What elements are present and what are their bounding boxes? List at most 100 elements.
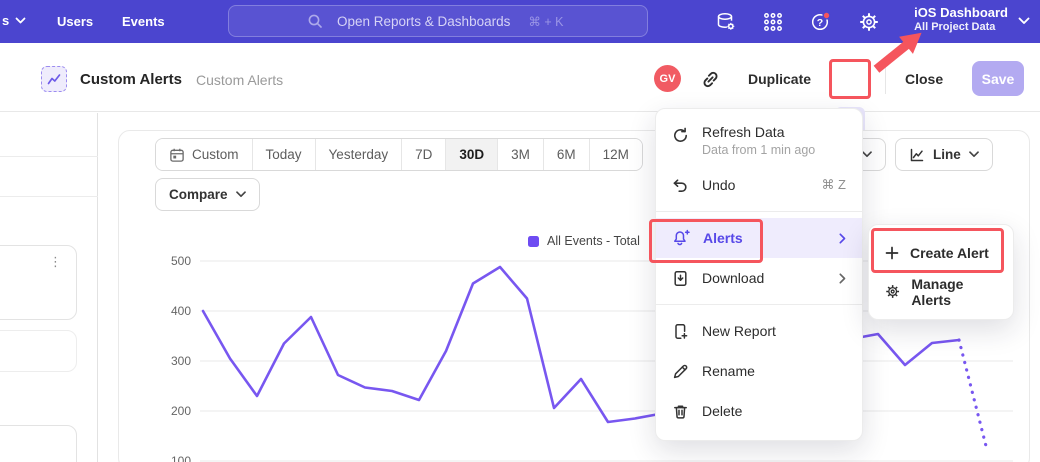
undo-shortcut: ⌘ Z	[821, 177, 846, 193]
kebab-menu-icon[interactable]: ⋮	[49, 258, 62, 266]
range-custom[interactable]: Custom	[156, 139, 253, 170]
svg-text:?: ?	[817, 17, 823, 29]
range-label: 3M	[511, 147, 530, 162]
report-chart-icon	[41, 66, 67, 92]
svg-text:500: 500	[171, 254, 191, 268]
range-7d[interactable]: 7D	[402, 139, 446, 170]
svg-text:100: 100	[171, 454, 191, 462]
range-label: 7D	[415, 147, 432, 162]
header-divider	[885, 64, 886, 94]
refresh-sublabel: Data from 1 min ago	[702, 143, 846, 157]
range-today[interactable]: Today	[253, 139, 316, 170]
download-label: Download	[702, 270, 826, 286]
range-yesterday[interactable]: Yesterday	[316, 139, 403, 170]
notification-dot	[823, 12, 830, 19]
alerts-label: Alerts	[703, 230, 826, 246]
nav-truncated-tab[interactable]: s	[2, 13, 26, 28]
page-title: Custom Alerts	[80, 71, 182, 88]
rename-label: Rename	[702, 363, 846, 379]
submenu-item-create-alert[interactable]: Create Alert	[869, 233, 1013, 272]
new-report-icon	[672, 323, 689, 340]
range-3m[interactable]: 3M	[498, 139, 544, 170]
builder-card[interactable]	[0, 425, 77, 462]
avatar[interactable]: GV	[654, 65, 681, 92]
menu-divider	[656, 211, 862, 212]
range-label: 6M	[557, 147, 576, 162]
menu-divider	[656, 304, 862, 305]
menu-item-refresh-data[interactable]: Refresh Data Data from 1 min ago	[656, 118, 862, 165]
global-search[interactable]: Open Reports & Dashboards ⌘ + K	[228, 5, 648, 37]
range-30d-active[interactable]: 30D	[446, 139, 498, 170]
chevron-down-icon	[969, 151, 979, 158]
builder-row[interactable]	[0, 157, 98, 197]
search-shortcut: ⌘ + K	[528, 14, 563, 29]
chevron-right-icon	[839, 273, 846, 284]
search-icon	[307, 13, 323, 29]
data-management-icon[interactable]	[714, 10, 738, 34]
save-button[interactable]: Save	[972, 61, 1024, 96]
line-chart-icon	[909, 147, 925, 163]
chevron-down-icon	[862, 151, 872, 158]
nav-tab-events[interactable]: Events	[122, 14, 165, 29]
menu-item-download[interactable]: Download	[656, 258, 862, 298]
delete-label: Delete	[702, 403, 846, 419]
manage-alerts-label: Manage Alerts	[911, 276, 997, 308]
create-alert-label: Create Alert	[910, 245, 989, 261]
trash-icon	[672, 403, 689, 420]
date-range-control: Custom Today Yesterday 7D 30D 3M 6M 12M	[155, 138, 643, 171]
alerts-submenu: Create Alert Manage Alerts	[868, 224, 1014, 320]
range-label: 30D	[459, 147, 484, 162]
menu-item-text: Refresh Data Data from 1 min ago	[702, 124, 846, 157]
chart-type-label: Line	[933, 147, 961, 162]
menu-item-new-report[interactable]: New Report	[656, 311, 862, 351]
bell-plus-icon	[672, 229, 690, 247]
gear-icon	[885, 283, 900, 300]
chevron-down-icon	[15, 17, 26, 24]
undo-label: Undo	[702, 177, 808, 193]
report-header: Custom Alerts Custom Alerts GV Duplicate…	[0, 43, 1040, 112]
project-scope: All Project Data	[914, 21, 1008, 35]
pencil-icon	[672, 363, 689, 380]
apps-grid-icon[interactable]	[761, 10, 785, 34]
menu-item-delete[interactable]: Delete	[656, 391, 862, 431]
range-label: Today	[266, 147, 302, 162]
svg-text:200: 200	[171, 404, 191, 418]
chart-type-button[interactable]: Line	[895, 138, 993, 171]
help-icon[interactable]: ?	[809, 10, 833, 34]
range-label: Yesterday	[329, 147, 389, 162]
builder-card[interactable]	[0, 330, 77, 372]
refresh-label: Refresh Data	[702, 124, 784, 140]
range-label: Custom	[192, 147, 239, 162]
range-label: 12M	[603, 147, 629, 162]
top-nav-bar: s Users Events Open Reports & Dashboards…	[0, 0, 1040, 43]
compare-button[interactable]: Compare	[155, 178, 260, 211]
duplicate-button[interactable]: Duplicate	[748, 71, 811, 87]
download-icon	[672, 270, 689, 287]
refresh-icon	[672, 127, 689, 144]
menu-item-rename[interactable]: Rename	[656, 351, 862, 391]
svg-text:400: 400	[171, 304, 191, 318]
menu-item-alerts[interactable]: Alerts	[656, 218, 862, 258]
chevron-down-icon	[1018, 17, 1030, 25]
settings-gear-icon[interactable]	[857, 10, 881, 34]
nav-tab-users[interactable]: Users	[57, 14, 93, 29]
builder-card[interactable]: ⋮	[0, 245, 77, 320]
submenu-item-manage-alerts[interactable]: Manage Alerts	[869, 272, 1013, 311]
plus-icon	[885, 246, 899, 260]
app-window: s Users Events Open Reports & Dashboards…	[0, 0, 1040, 462]
undo-icon	[672, 177, 689, 194]
search-placeholder: Open Reports & Dashboards	[337, 14, 510, 29]
breadcrumb: Custom Alerts	[196, 72, 283, 88]
range-6m[interactable]: 6M	[544, 139, 590, 170]
close-button[interactable]: Close	[905, 71, 943, 87]
share-link-icon[interactable]	[700, 69, 721, 90]
project-switcher[interactable]: iOS Dashboard All Project Data	[914, 5, 1008, 35]
calendar-icon	[169, 147, 185, 163]
new-report-label: New Report	[702, 323, 846, 339]
chevron-down-icon	[236, 191, 246, 198]
project-name: iOS Dashboard	[914, 5, 1008, 21]
builder-row[interactable]	[0, 113, 98, 157]
range-12m[interactable]: 12M	[590, 139, 642, 170]
menu-item-undo[interactable]: Undo ⌘ Z	[656, 165, 862, 205]
compare-label: Compare	[169, 187, 228, 202]
